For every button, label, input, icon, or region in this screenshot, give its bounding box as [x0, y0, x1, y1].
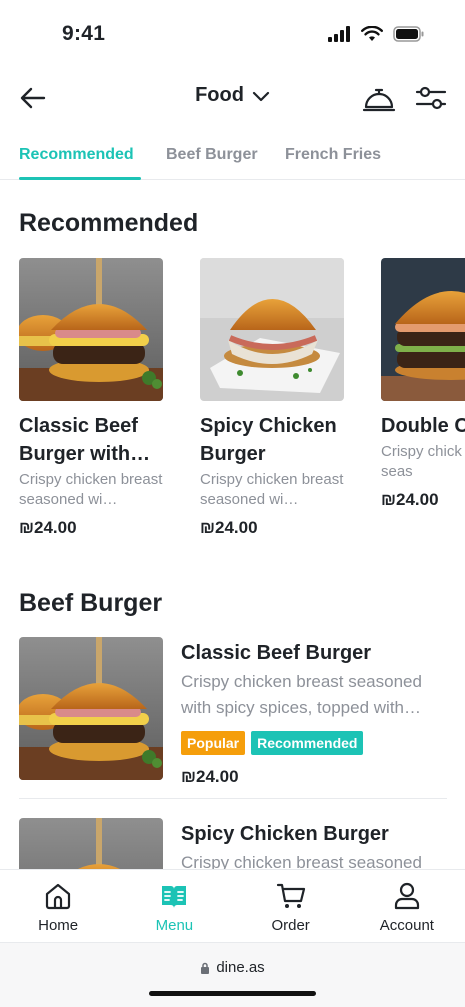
nav-menu[interactable]: Menu [116, 870, 232, 942]
item-name: Double Cheeseb [381, 415, 465, 437]
popular-badge: Popular [181, 731, 246, 755]
item-price: ₪24.00 [181, 767, 239, 786]
tab-beef-burger[interactable]: Beef Burger [166, 146, 258, 164]
recommended-card[interactable]: Spicy Chicken Burger Crispy chicken brea… [200, 258, 344, 538]
user-icon [394, 882, 419, 910]
food-image [200, 258, 344, 401]
badge-group: Popular Recommended [181, 731, 441, 755]
menu-book-icon [162, 886, 187, 908]
app-header: Food [0, 74, 465, 122]
category-tabs: Recommended Beef Burger French Fries [0, 134, 465, 180]
tab-french-fries[interactable]: French Fries [285, 146, 381, 164]
cart-icon [276, 883, 305, 908]
signal-icon [328, 26, 350, 42]
section-title-recommended: Recommended [19, 209, 199, 237]
item-name: Spicy Chicken Burger [200, 415, 337, 465]
item-price: ₪24.00 [381, 490, 439, 509]
nav-label: Menu [155, 917, 194, 934]
filter-button[interactable] [414, 82, 448, 114]
battery-icon [393, 26, 424, 42]
food-image [19, 637, 163, 780]
item-name: Spicy Chicken Burger [181, 823, 389, 845]
recommended-card[interactable]: Classic Beef Burger with… Crispy chicken… [19, 258, 163, 538]
food-image [19, 258, 163, 401]
service-bell-button[interactable] [362, 82, 396, 114]
food-image [381, 258, 465, 401]
nav-label: Order [271, 917, 310, 934]
list-item[interactable]: Spicy Chicken Burger Crispy chicken brea… [19, 818, 447, 869]
bottom-navigation: Home Menu Order Account [0, 869, 465, 943]
lock-icon [201, 962, 210, 974]
list-item[interactable]: Classic Beef Burger Crispy chicken breas… [19, 637, 447, 787]
item-description: Crispy chick breast seas [381, 443, 465, 480]
item-description: Crispy chicken breast seasoned with spic… [181, 672, 422, 717]
item-price: ₪24.00 [19, 518, 77, 537]
service-bell-icon [362, 88, 396, 112]
page-title: Food [195, 84, 244, 106]
url-text: dine.as [216, 959, 265, 976]
recommended-badge: Recommended [251, 731, 364, 755]
recommended-card[interactable]: Double Cheeseb Crispy chick breast seas … [381, 258, 465, 510]
status-bar: 9:41 [0, 0, 465, 70]
nav-home[interactable]: Home [0, 870, 116, 942]
section-title-beef-burger: Beef Burger [19, 589, 163, 617]
nav-label: Home [38, 917, 79, 934]
nav-order[interactable]: Order [233, 870, 349, 942]
item-description: Crispy chicken breast seasoned [181, 853, 422, 869]
home-icon [46, 883, 71, 910]
food-image [19, 818, 163, 869]
sliders-icon [415, 86, 447, 110]
wifi-icon [361, 26, 383, 41]
item-description: Crispy chicken breast seasoned wi… [19, 471, 163, 508]
active-tab-indicator [19, 177, 141, 180]
nav-label: Account [379, 917, 434, 934]
status-icons [327, 26, 425, 42]
list-item-info: Spicy Chicken Burger Crispy chicken brea… [181, 818, 441, 869]
divider [19, 798, 447, 799]
item-name: Classic Beef Burger [181, 642, 372, 664]
item-description: Crispy chicken breast seasoned wi… [200, 471, 344, 508]
tab-recommended[interactable]: Recommended [19, 146, 134, 164]
recommended-carousel[interactable]: Classic Beef Burger with… Crispy chicken… [0, 258, 465, 548]
nav-account[interactable]: Account [349, 870, 465, 942]
item-price: ₪24.00 [200, 518, 258, 537]
browser-bar: dine.as [0, 943, 465, 1007]
status-time: 9:41 [62, 22, 106, 45]
chevron-down-icon [252, 91, 270, 101]
list-item-info: Classic Beef Burger Crispy chicken breas… [181, 637, 441, 787]
home-indicator [149, 991, 316, 996]
item-name: Classic Beef Burger with… [19, 415, 151, 465]
url-bar[interactable]: dine.as [0, 959, 465, 976]
